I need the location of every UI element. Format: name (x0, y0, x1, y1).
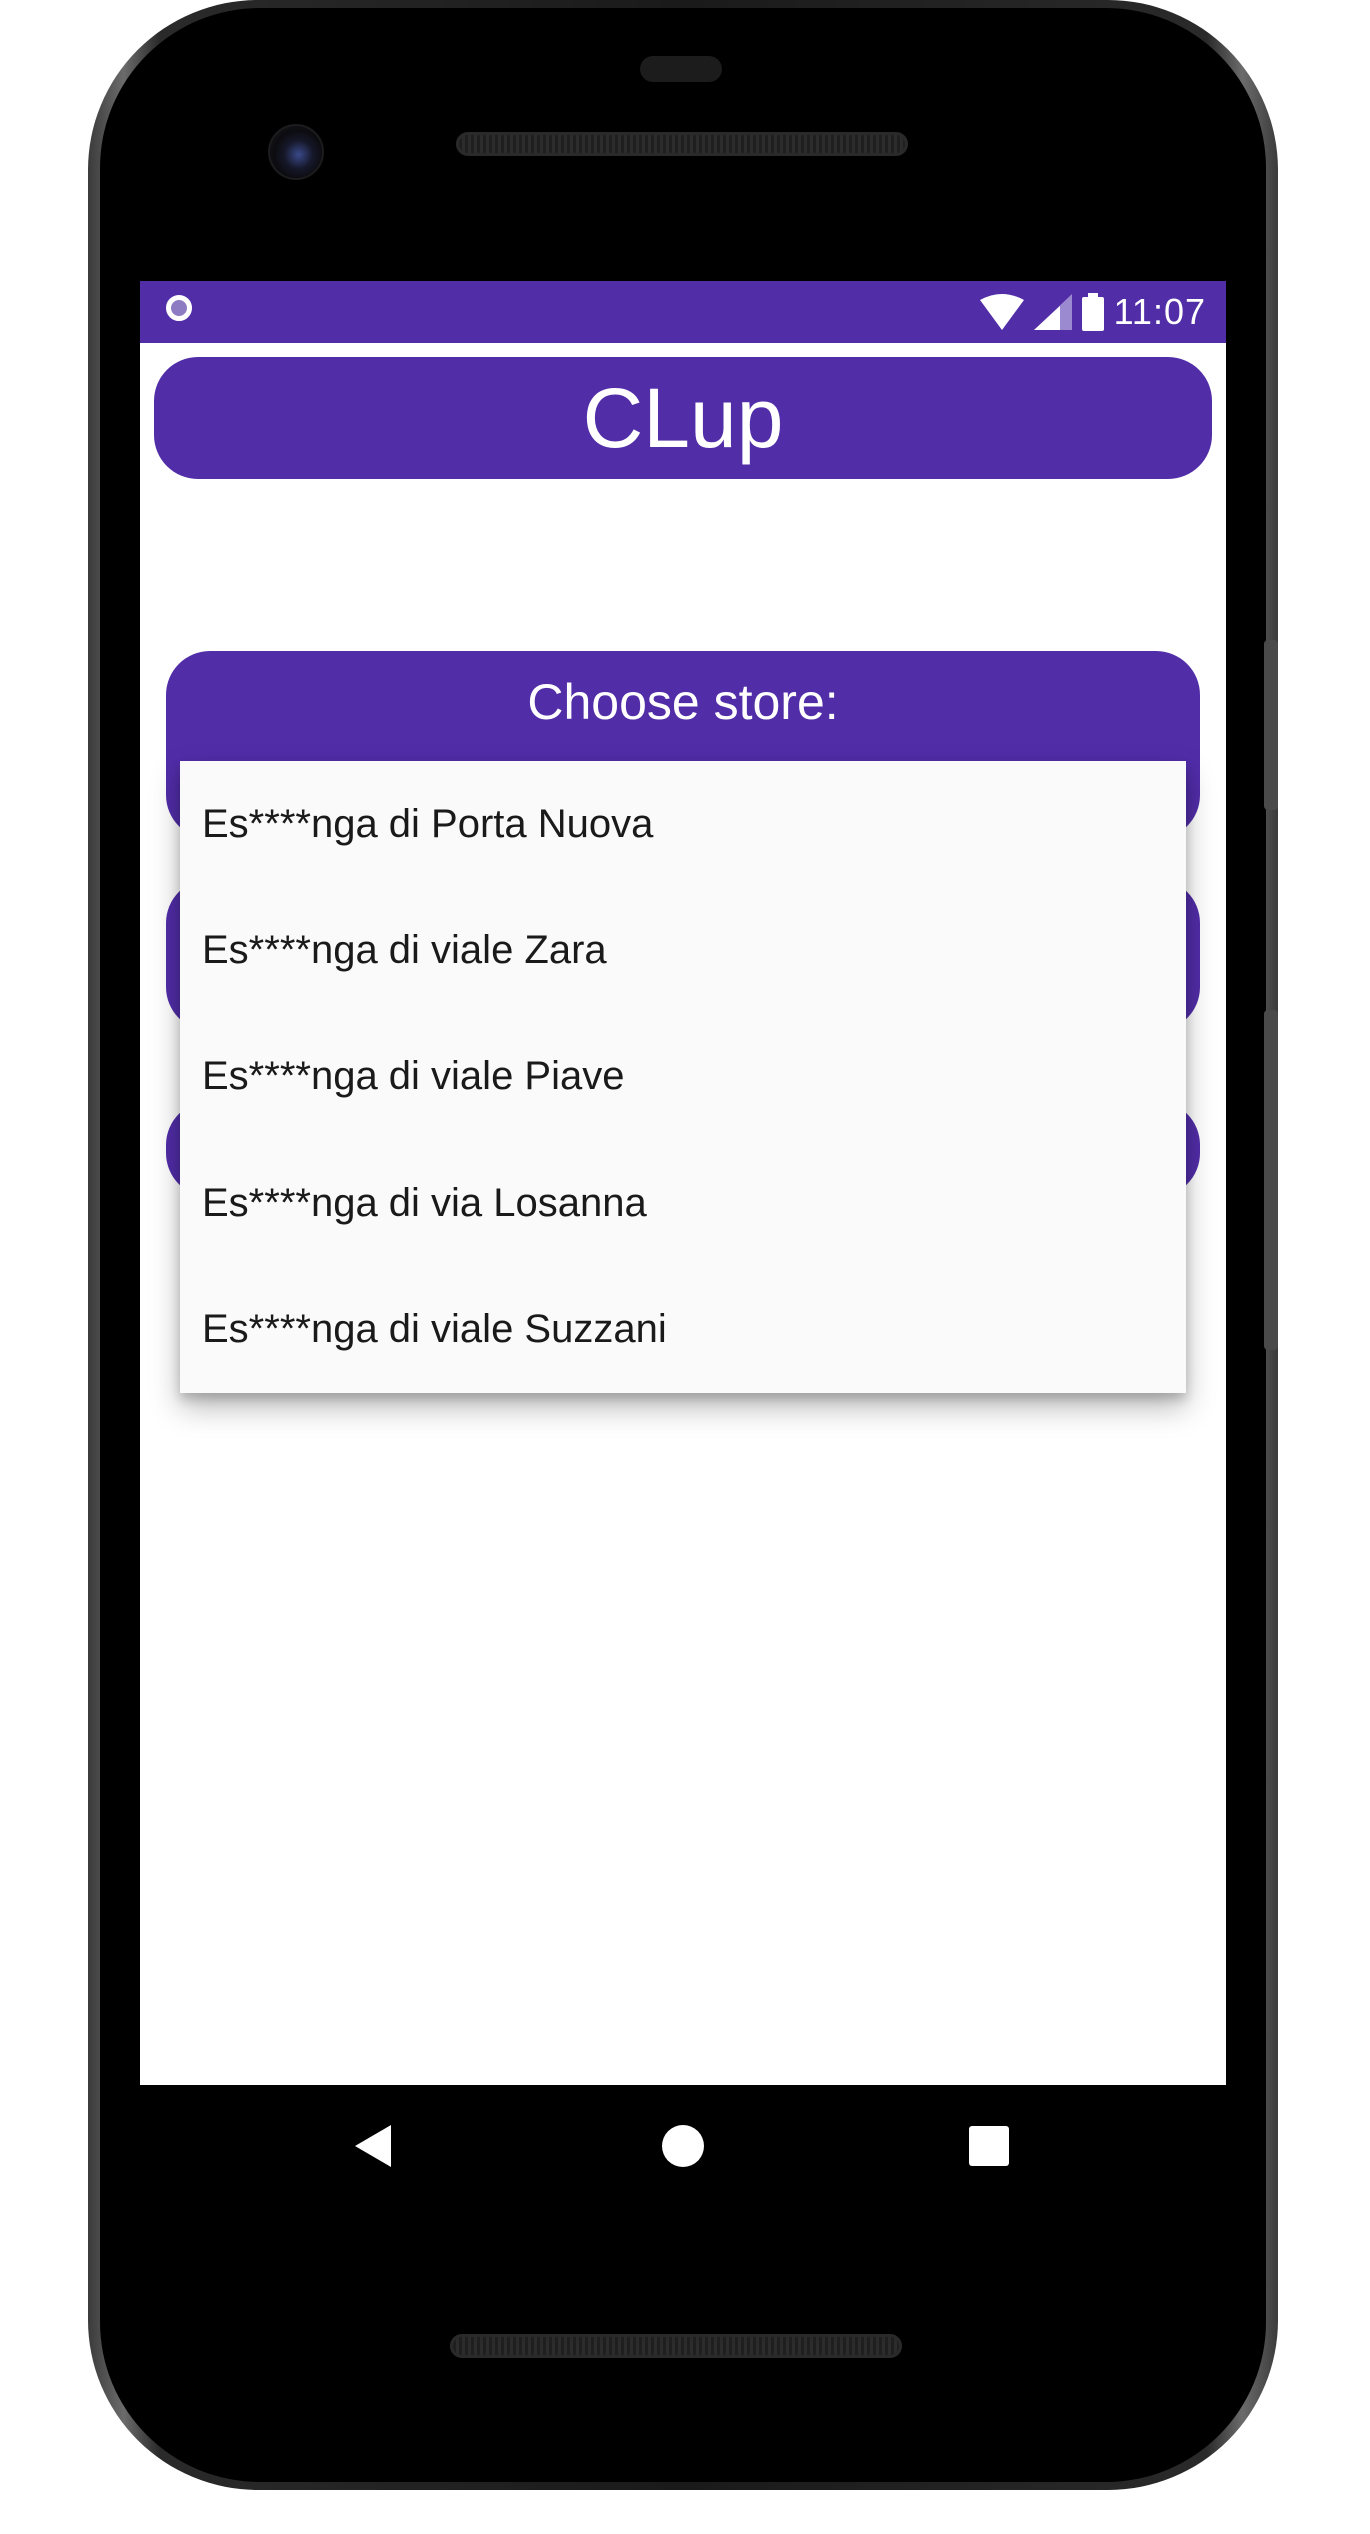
back-icon[interactable] (355, 2125, 391, 2167)
status-time: 11:07 (1113, 291, 1206, 332)
wifi-icon (979, 294, 1024, 330)
store-option[interactable]: Es****nga di viale Zara (180, 887, 1186, 1013)
cell-signal-icon (1033, 294, 1072, 330)
store-dropdown-menu: Es****nga di Porta Nuova Es****nga di vi… (180, 761, 1186, 1393)
status-bar: 11:07 (140, 281, 1226, 343)
bottom-speaker (450, 2334, 902, 2358)
screen: 11:07 CLup Choose store: Es****nga di Po… (140, 281, 1226, 2085)
front-camera (268, 124, 324, 180)
store-option[interactable]: Es****nga di viale Piave (180, 1014, 1186, 1140)
volume-button (1264, 1010, 1278, 1350)
recents-icon[interactable] (969, 2126, 1009, 2166)
device-frame: 11:07 CLup Choose store: Es****nga di Po… (0, 0, 1370, 2534)
power-button (1264, 640, 1278, 810)
app-title: CLup (582, 370, 784, 465)
app-title-bar: CLup (154, 357, 1212, 479)
notification-circle-icon (166, 295, 192, 321)
navigation-bar (140, 2085, 1226, 2215)
status-icons: 11:07 (979, 281, 1206, 343)
top-speaker (456, 132, 908, 156)
battery-icon (1081, 293, 1104, 331)
store-option[interactable]: Es****nga di via Losanna (180, 1140, 1186, 1266)
store-option[interactable]: Es****nga di viale Suzzani (180, 1267, 1186, 1393)
home-icon[interactable] (662, 2125, 704, 2167)
earpiece-slot (640, 56, 722, 82)
store-option[interactable]: Es****nga di Porta Nuova (180, 761, 1186, 887)
